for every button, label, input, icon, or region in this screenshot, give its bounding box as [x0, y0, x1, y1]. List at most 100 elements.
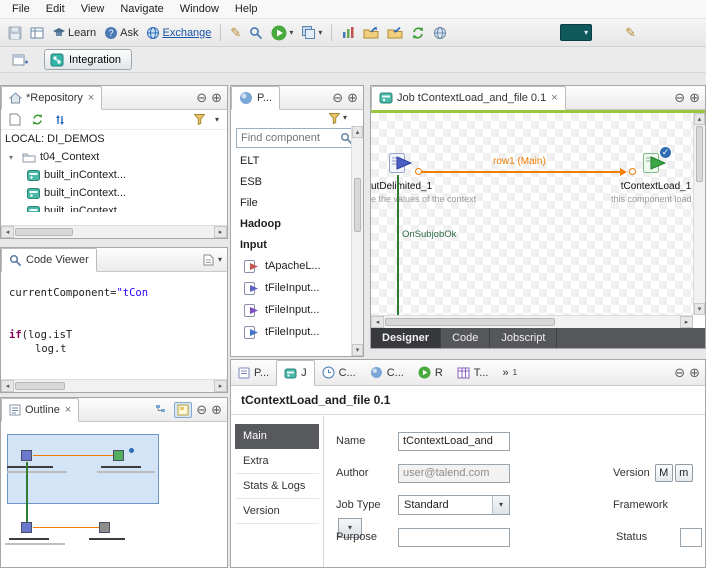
- palette-component-tfileinput-3[interactable]: tFileInput...: [231, 321, 350, 343]
- maximize-icon[interactable]: ⊕: [211, 402, 222, 418]
- row-connection-label[interactable]: row1 (Main): [493, 156, 546, 167]
- document-icon[interactable]: [203, 254, 214, 266]
- name-field[interactable]: [398, 432, 510, 451]
- status-field[interactable]: [680, 528, 702, 547]
- scroll-left-icon[interactable]: ◂: [1, 226, 14, 238]
- close-icon[interactable]: ×: [551, 92, 557, 104]
- horizontal-scrollbar[interactable]: ◂ ▸: [371, 315, 693, 328]
- expand-arrow-icon[interactable]: ▾: [9, 153, 18, 162]
- outline-tab[interactable]: Outline ×: [1, 398, 79, 422]
- jobscript-mode-tab[interactable]: Jobscript: [490, 328, 557, 348]
- import-button[interactable]: [384, 22, 406, 44]
- repository-tab[interactable]: *Repository ×: [1, 86, 102, 110]
- tree-item-folder[interactable]: ▾ t04_Context: [1, 148, 227, 166]
- scrollbar-thumb[interactable]: [696, 126, 703, 182]
- horizontal-scrollbar[interactable]: ◂ ▸: [1, 379, 227, 392]
- component1-label[interactable]: utDelimited_1: [371, 181, 432, 192]
- vertical-scrollbar[interactable]: ▴ ▾: [351, 126, 363, 356]
- palette-tab[interactable]: P...: [231, 86, 280, 110]
- version-major-button[interactable]: M: [655, 464, 673, 482]
- new-item-icon[interactable]: [9, 113, 21, 126]
- connection-end-port[interactable]: [629, 168, 636, 175]
- properties-tab-contexts[interactable]: C...: [315, 360, 363, 385]
- version-minor-button[interactable]: m: [675, 464, 693, 482]
- scroll-left-icon[interactable]: ◂: [371, 316, 384, 328]
- code-viewer-tab[interactable]: Code Viewer: [1, 248, 97, 272]
- properties-tab-component[interactable]: C...: [363, 360, 411, 385]
- palette-category-file[interactable]: File: [231, 192, 350, 213]
- minimize-icon[interactable]: ⊖: [332, 90, 343, 106]
- scroll-left-icon[interactable]: ◂: [1, 380, 14, 392]
- edit-button[interactable]: ✎: [227, 22, 244, 44]
- scrollbar-thumb[interactable]: [385, 318, 555, 326]
- properties-tab-t[interactable]: T...: [450, 360, 496, 385]
- close-icon[interactable]: ×: [88, 92, 94, 104]
- minimize-icon[interactable]: ⊖: [196, 90, 207, 106]
- tab-overflow-chevron[interactable]: »1: [495, 360, 524, 385]
- nav-stats-logs[interactable]: Stats & Logs: [235, 474, 319, 499]
- export-button[interactable]: [360, 22, 382, 44]
- palette-component-tfileinput-1[interactable]: tFileInput...: [231, 277, 350, 299]
- community-button[interactable]: [430, 22, 450, 44]
- tree-item-local-root[interactable]: LOCAL: DI_DEMOS: [1, 130, 227, 148]
- minimize-icon[interactable]: ⊖: [674, 90, 685, 106]
- maximize-icon[interactable]: ⊕: [689, 365, 700, 381]
- scroll-down-icon[interactable]: ▾: [352, 344, 363, 356]
- palette-component-tfileinput-2[interactable]: tFileInput...: [231, 299, 350, 321]
- tree-view-toggle[interactable]: [152, 402, 170, 418]
- properties-tab-run[interactable]: R: [411, 360, 450, 385]
- filter-funnel-ic[interactable]: [194, 114, 205, 125]
- scroll-down-icon[interactable]: ▾: [694, 303, 705, 315]
- exchange-link[interactable]: Exchange: [143, 22, 214, 44]
- tree-item-context[interactable]: built_inContext...: [1, 184, 227, 202]
- scroll-right-icon[interactable]: ▸: [680, 316, 693, 328]
- search-button[interactable]: [246, 22, 266, 44]
- palette-category-esb[interactable]: ESB: [231, 171, 350, 192]
- menu-window[interactable]: Window: [172, 1, 227, 17]
- palette-category-elt[interactable]: ELT: [231, 150, 350, 171]
- job-design-canvas[interactable]: row1 (Main) ✓ utDelimited_1 e the values…: [371, 113, 705, 315]
- maximize-icon[interactable]: ⊕: [689, 90, 700, 106]
- component2-label[interactable]: tContextLoad_1: [610, 181, 702, 192]
- run-button[interactable]: ▾: [268, 22, 296, 44]
- scrollbar-thumb[interactable]: [15, 228, 73, 236]
- palette-search-input[interactable]: [241, 132, 340, 144]
- views-button[interactable]: [27, 22, 47, 44]
- tree-item-context[interactable]: built_inContext...: [1, 202, 227, 212]
- components-button[interactable]: ▾: [298, 22, 325, 44]
- scroll-right-icon[interactable]: ▸: [214, 226, 227, 238]
- scroll-up-icon[interactable]: ▴: [694, 113, 705, 125]
- stats-button[interactable]: [338, 22, 358, 44]
- scroll-right-icon[interactable]: ▸: [214, 380, 227, 392]
- maximize-icon[interactable]: ⊕: [211, 90, 222, 106]
- outline-viewport-rect[interactable]: [7, 434, 159, 504]
- save-button[interactable]: [5, 22, 25, 44]
- job-type-select[interactable]: Standard ▾: [398, 495, 510, 515]
- nav-main[interactable]: Main: [235, 424, 319, 449]
- vertical-scrollbar[interactable]: ▴ ▾: [693, 113, 705, 315]
- scroll-up-icon[interactable]: ▴: [352, 126, 363, 138]
- nav-extra[interactable]: Extra: [235, 449, 319, 474]
- filter-funnel-icon[interactable]: [329, 113, 340, 124]
- sort-icon[interactable]: [54, 114, 66, 126]
- menu-help[interactable]: Help: [227, 1, 266, 17]
- connection-start-port[interactable]: [415, 168, 422, 175]
- trigger-connection-line[interactable]: [397, 175, 399, 315]
- edit-properties-button[interactable]: ✎: [622, 22, 639, 44]
- ask-link[interactable]: ? Ask: [101, 22, 141, 44]
- integration-perspective-button[interactable]: Integration: [44, 49, 132, 70]
- refresh-button[interactable]: [408, 22, 428, 44]
- close-icon[interactable]: ×: [65, 404, 71, 416]
- trigger-connection-label[interactable]: OnSubjobOk: [402, 229, 456, 240]
- zoom-select[interactable]: ▾: [560, 24, 592, 41]
- menu-file[interactable]: File: [4, 1, 38, 17]
- learn-link[interactable]: Learn: [49, 22, 99, 44]
- job-editor-tab[interactable]: Job tContextLoad_and_file 0.1 ×: [371, 86, 566, 110]
- minimize-icon[interactable]: ⊖: [196, 402, 207, 418]
- properties-tab-job[interactable]: J: [276, 360, 315, 386]
- palette-component-tapachelog[interactable]: tApacheL...: [231, 255, 350, 277]
- menu-edit[interactable]: Edit: [38, 1, 73, 17]
- view-menu-caret-icon[interactable]: ▾: [218, 256, 222, 264]
- purpose-field[interactable]: [398, 528, 510, 547]
- horizontal-scrollbar[interactable]: ◂ ▸: [1, 225, 227, 238]
